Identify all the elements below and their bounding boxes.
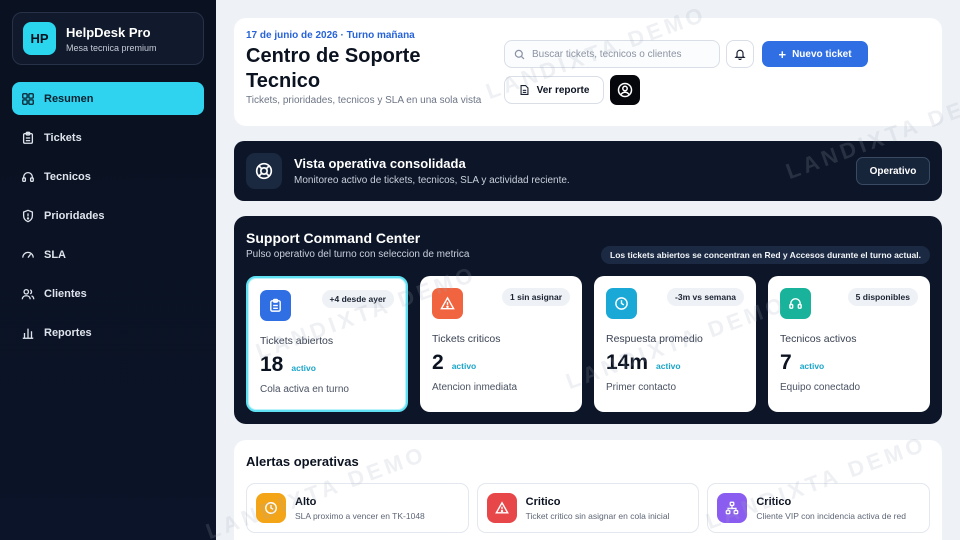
clock-icon — [256, 493, 286, 523]
sidebar-item-tecnicos[interactable]: Tecnicos — [12, 160, 204, 193]
bell-icon — [734, 49, 746, 60]
clock-icon — [606, 288, 637, 319]
command-center: Support Command Center Pulso operativo d… — [234, 216, 942, 424]
brand-name: HelpDesk Pro — [66, 24, 151, 40]
banner-title: Vista operativa consolidada — [294, 156, 466, 171]
metric-badge: +4 desde ayer — [321, 290, 394, 308]
search-icon — [514, 49, 525, 59]
alert-level: Critico — [756, 495, 792, 508]
sidebar-item-resumen[interactable]: Resumen — [12, 82, 204, 115]
metric-badge: 1 sin asignar — [502, 288, 570, 306]
metric-card-critical-tickets[interactable]: 1 sin asignar Tickets criticos 2 activo A… — [420, 276, 582, 412]
search-placeholder: Buscar tickets, tecnicos o clientes — [532, 48, 682, 60]
sidebar-item-sla[interactable]: SLA — [12, 238, 204, 271]
sidebar-item-clientes[interactable]: Clientes — [12, 277, 204, 310]
plus-icon: + — [778, 46, 787, 62]
main-content: 17 de junio de 2026 · Turno mañana Centr… — [216, 0, 960, 540]
alert-level: Alto — [295, 495, 317, 508]
clipboard-icon — [260, 290, 291, 321]
sidebar-nav: Resumen Tickets Tecnicos Prioridades SLA… — [12, 82, 204, 349]
command-title: Support Command Center — [246, 230, 421, 246]
sidebar-item-label: Resumen — [44, 92, 94, 105]
gauge-icon — [22, 251, 34, 258]
warning-icon — [432, 288, 463, 319]
operational-status-button[interactable]: Operativo — [856, 157, 930, 185]
sidebar-item-label: Tickets — [44, 131, 82, 144]
metric-value: 18 — [260, 353, 284, 376]
sidebar-item-reportes[interactable]: Reportes — [12, 316, 204, 349]
bar-chart-icon — [22, 328, 34, 339]
metric-status: activo — [656, 361, 681, 371]
sidebar-item-label: SLA — [44, 248, 66, 261]
metric-footnote: Equipo conectado — [780, 382, 861, 393]
banner-subtitle: Monitoreo activo de tickets, tecnicos, S… — [294, 175, 570, 186]
new-ticket-label: Nuevo ticket — [792, 48, 852, 60]
alert-item[interactable]: Critico Ticket critico sin asignar en co… — [476, 483, 700, 533]
notifications-button[interactable] — [726, 40, 754, 68]
headset-icon — [780, 288, 811, 319]
metric-badge: -3m vs semana — [667, 288, 744, 306]
alert-description: Cliente VIP con incidencia activa de red — [756, 510, 906, 521]
lifebuoy-icon — [246, 153, 282, 189]
page-header: 17 de junio de 2026 · Turno mañana Centr… — [234, 18, 942, 126]
metric-footnote: Primer contacto — [606, 382, 677, 393]
metric-value: 7 — [780, 351, 792, 374]
sidebar-item-prioridades[interactable]: Prioridades — [12, 199, 204, 232]
shield-icon — [22, 209, 34, 222]
sidebar-item-label: Tecnicos — [44, 170, 91, 183]
brand-subtitle: Mesa tecnica premium — [66, 42, 157, 53]
metric-cards: +4 desde ayer Tickets abiertos 18 activo … — [246, 276, 930, 412]
app-root: HP HelpDesk Pro Mesa tecnica premium Res… — [0, 0, 960, 540]
metric-label: Respuesta promedio — [606, 333, 703, 345]
operational-alerts: Alertas operativas Alto SLA proximo a ve… — [234, 440, 942, 540]
sidebar-item-label: Reportes — [44, 326, 92, 339]
brand[interactable]: HP HelpDesk Pro Mesa tecnica premium — [12, 12, 204, 65]
alert-description: SLA proximo a vencer en TK-1048 — [295, 510, 425, 521]
metric-badge: 5 disponibles — [847, 288, 918, 306]
metric-value: 14m — [606, 351, 649, 374]
metric-label: Tickets criticos — [432, 333, 501, 345]
metric-footnote: Atencion inmediata — [432, 382, 518, 393]
metric-label: Tecnicos activos — [780, 333, 857, 345]
metric-status: activo — [799, 361, 825, 371]
metric-card-response-time[interactable]: -3m vs semana Respuesta promedio 14m acti… — [594, 276, 756, 412]
sidebar-item-tickets[interactable]: Tickets — [12, 121, 204, 154]
warning-icon — [486, 493, 517, 523]
metric-status: activo — [291, 363, 316, 373]
new-ticket-button[interactable]: + Nuevo ticket — [762, 41, 868, 67]
view-report-label: Ver reporte — [536, 84, 590, 96]
alert-item[interactable]: Critico Cliente VIP con incidencia activ… — [707, 483, 931, 533]
user-circle-icon — [617, 82, 633, 98]
user-profile-button[interactable] — [610, 75, 640, 105]
users-icon — [21, 288, 35, 299]
page-title: Centro de Soporte Tecnico — [246, 45, 421, 92]
metric-card-open-tickets[interactable]: +4 desde ayer Tickets abiertos 18 activo … — [246, 276, 408, 412]
headset-icon — [22, 171, 34, 182]
metric-value: 2 — [432, 351, 444, 374]
network-icon — [717, 493, 748, 523]
metric-card-active-technicians[interactable]: 5 disponibles Tecnicos activos 7 activo E… — [768, 276, 930, 412]
insight-badge: Los tickets abiertos se concentran en Re… — [601, 246, 930, 264]
metric-status: activo — [451, 361, 477, 371]
alert-level: Critico — [525, 495, 561, 508]
clipboard-icon — [22, 131, 34, 144]
document-icon — [520, 84, 529, 96]
alerts-title: Alertas operativas — [246, 454, 359, 469]
sidebar-item-label: Clientes — [44, 287, 87, 300]
search-input[interactable]: Buscar tickets, tecnicos o clientes — [504, 40, 720, 68]
metric-footnote: Cola activa en turno — [260, 384, 349, 395]
operations-banner: Vista operativa consolidada Monitoreo ac… — [234, 141, 942, 201]
grid-icon — [22, 92, 34, 105]
sidebar: HP HelpDesk Pro Mesa tecnica premium Res… — [0, 0, 216, 540]
metric-label: Tickets abiertos — [260, 335, 334, 347]
view-report-button[interactable]: Ver reporte — [504, 76, 604, 104]
sidebar-item-label: Prioridades — [44, 209, 105, 222]
alert-description: Ticket critico sin asignar en cola inici… — [525, 510, 670, 521]
alert-item[interactable]: Alto SLA proximo a vencer en TK-1048 — [246, 483, 469, 533]
brand-logo: HP — [23, 22, 56, 55]
